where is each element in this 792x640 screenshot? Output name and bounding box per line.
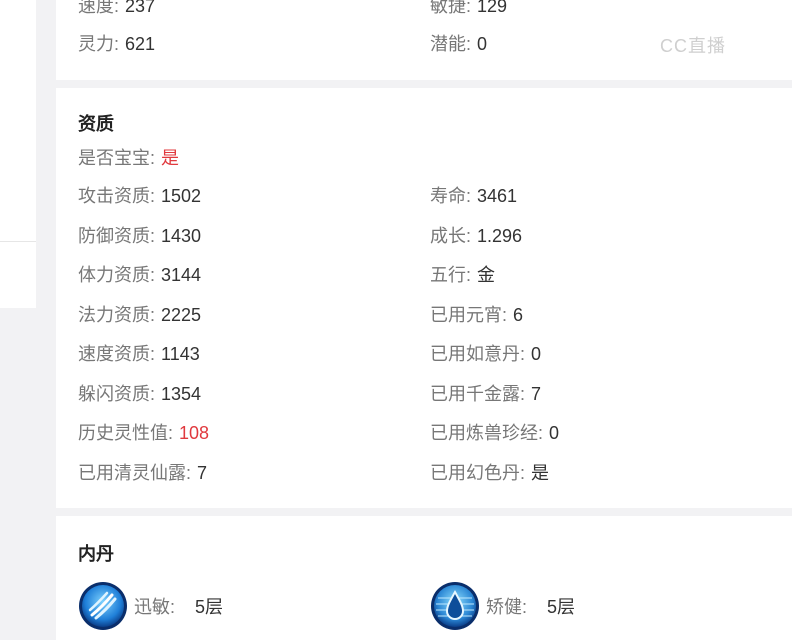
attr-label: 敏捷: — [430, 0, 472, 16]
aptitude-label: 寿命: — [430, 186, 472, 206]
aptitude-row-right: 已用元宵: 6 — [430, 303, 523, 327]
attr-speed: 速度: 237 — [78, 0, 155, 18]
neidan-name: 迅敏: — [134, 597, 176, 617]
aptitude-value: 3461 — [477, 186, 518, 206]
aptitude-value: 0 — [549, 423, 560, 443]
aptitude-row-left: 攻击资质: 1502 — [78, 184, 201, 208]
watermark-text: CC直播 — [660, 36, 726, 56]
aptitude-label: 已用幻色丹: — [430, 463, 526, 483]
aptitude-value: 108 — [179, 423, 210, 443]
attr-label: 速度: — [78, 0, 120, 16]
aptitude-value: 2225 — [161, 305, 202, 325]
aptitude-value: 1502 — [161, 186, 202, 206]
aptitude-value: 是 — [531, 463, 550, 483]
attr-spirit: 灵力: 621 — [78, 32, 155, 56]
aptitude-label: 攻击资质: — [78, 186, 156, 206]
aptitude-label: 历史灵性值: — [78, 423, 174, 443]
neidan-card: 内丹 迅敏: 5层 矫健: 5层 — [56, 516, 792, 640]
left-panel — [0, 0, 36, 308]
water-drop-icon — [431, 582, 479, 630]
aptitude-label: 已用清灵仙露: — [78, 463, 192, 483]
aptitude-label: 已用千金露: — [430, 384, 526, 404]
is-baby-row: 是否宝宝: 是 — [78, 146, 179, 170]
aptitude-label: 躲闪资质: — [78, 384, 156, 404]
attr-agility: 敏捷: 129 — [430, 0, 507, 18]
neidan-level: 5层 — [547, 597, 576, 617]
is-baby-value: 是 — [161, 148, 180, 168]
neidan-item-swift[interactable]: 迅敏: 5层 — [78, 580, 223, 632]
attr-value: 237 — [125, 0, 156, 16]
attr-value: 129 — [477, 0, 508, 16]
aptitude-label: 成长: — [430, 226, 472, 246]
aptitude-value: 0 — [531, 344, 542, 364]
aptitude-card: 资质 是否宝宝: 是 攻击资质: 1502 防御资质: 1430 体力资质: 3144 … — [56, 88, 792, 508]
aptitude-label: 速度资质: — [78, 344, 156, 364]
attr-label: 潜能: — [430, 34, 472, 54]
aptitude-row-left: 法力资质: 2225 — [78, 303, 201, 327]
left-panel-divider — [0, 241, 36, 242]
aptitude-row-left: 防御资质: 1430 — [78, 224, 201, 248]
neidan-title: 内丹 — [78, 544, 114, 564]
aptitude-row-left: 躲闪资质: 1354 — [78, 382, 201, 406]
aptitude-label: 已用元宵: — [430, 305, 508, 325]
aptitude-row-right: 已用千金露: 7 — [430, 382, 541, 406]
is-baby-label: 是否宝宝: — [78, 148, 156, 168]
aptitude-row-right: 寿命: 3461 — [430, 184, 517, 208]
aptitude-row-left: 历史灵性值: 108 — [78, 421, 209, 445]
aptitude-row-left: 速度资质: 1143 — [78, 342, 200, 366]
aptitude-value: 1354 — [161, 384, 202, 404]
aptitude-row-left: 体力资质: 3144 — [78, 263, 201, 287]
aptitude-value: 1.296 — [477, 226, 523, 246]
aptitude-label: 已用如意丹: — [430, 344, 526, 364]
aptitude-value: 1143 — [161, 344, 200, 364]
aptitude-row-right: 成长: 1.296 — [430, 224, 522, 248]
attr-label: 灵力: — [78, 34, 120, 54]
attr-value: 0 — [477, 34, 488, 54]
aptitude-row-right: 已用炼兽珍经: 0 — [430, 421, 559, 445]
aptitude-row-right: 已用如意丹: 0 — [430, 342, 541, 366]
attr-value: 621 — [125, 34, 156, 54]
aptitude-label: 防御资质: — [78, 226, 156, 246]
aptitude-value: 金 — [477, 265, 496, 285]
neidan-name: 矫健: — [486, 597, 528, 617]
aptitude-value: 7 — [531, 384, 542, 404]
attr-potential: 潜能: 0 — [430, 32, 487, 56]
aptitude-label: 已用炼兽珍经: — [430, 423, 544, 443]
aptitude-value: 7 — [197, 463, 208, 483]
aptitude-label: 法力资质: — [78, 305, 156, 325]
aptitude-row-right: 已用幻色丹: 是 — [430, 461, 549, 485]
aptitude-title: 资质 — [78, 114, 114, 134]
aptitude-row-right: 五行: 金 — [430, 263, 495, 287]
aptitude-label: 五行: — [430, 265, 472, 285]
aptitude-value: 1430 — [161, 226, 202, 246]
swift-claw-icon — [79, 582, 127, 630]
aptitude-value: 6 — [513, 305, 524, 325]
aptitude-row-left: 已用清灵仙露: 7 — [78, 461, 207, 485]
neidan-level: 5层 — [195, 597, 224, 617]
aptitude-value: 3144 — [161, 265, 202, 285]
neidan-item-vigor[interactable]: 矫健: 5层 — [430, 580, 575, 632]
cc-live-watermark: CC直播 — [660, 32, 726, 58]
aptitude-label: 体力资质: — [78, 265, 156, 285]
